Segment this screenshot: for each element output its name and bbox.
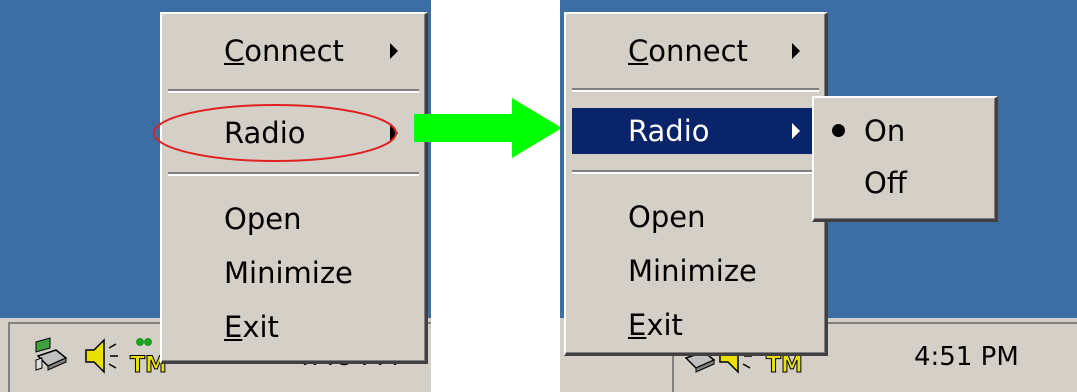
highlight-ellipse xyxy=(153,104,397,162)
radio-submenu: On Off xyxy=(812,96,998,222)
menu-item-connect[interactable]: Connect xyxy=(168,28,419,74)
menu-item-connect[interactable]: Connect xyxy=(572,28,819,74)
submenu-item-label: Off xyxy=(864,166,907,200)
menu-item-open[interactable]: Open xyxy=(572,194,819,240)
submenu-item-label: On xyxy=(864,114,906,148)
green-arrow-icon xyxy=(414,98,562,158)
network-icon[interactable] xyxy=(32,334,70,374)
menu-item-exit[interactable]: Exit xyxy=(572,302,819,348)
menu-item-label: Radio xyxy=(628,114,710,148)
menu-separator xyxy=(572,88,819,92)
context-menu: Connect Radio Open Minimize Exit xyxy=(564,12,828,356)
svg-text:TM: TM xyxy=(766,353,803,378)
menu-item-minimize[interactable]: Minimize xyxy=(168,250,419,296)
menu-item-open[interactable]: Open xyxy=(168,196,419,242)
menu-item-label: Exit xyxy=(628,308,683,342)
submenu-arrow-icon xyxy=(792,123,800,139)
right-screenshot: TM 4:51 PM Connect Radio Open Minimize E… xyxy=(560,0,1077,392)
clock[interactable]: 4:51 PM xyxy=(914,342,1019,372)
menu-item-label: Exit xyxy=(224,310,279,344)
submenu-item-on[interactable]: On xyxy=(818,108,991,154)
left-screenshot: TM 4:48 PM Connect Radio Open Minimize E… xyxy=(0,0,431,392)
menu-item-label: Connect xyxy=(628,34,748,68)
menu-item-label: Open xyxy=(224,202,302,236)
menu-item-label: Open xyxy=(628,200,706,234)
radio-selected-bullet-icon xyxy=(832,124,845,137)
menu-item-label: Connect xyxy=(224,34,344,68)
submenu-arrow-icon xyxy=(390,43,398,59)
menu-item-exit[interactable]: Exit xyxy=(168,304,419,350)
menu-item-radio[interactable]: Radio xyxy=(572,108,819,154)
speaker-icon[interactable] xyxy=(82,338,122,374)
menu-separator xyxy=(572,170,819,174)
submenu-arrow-icon xyxy=(792,43,800,59)
submenu-item-off[interactable]: Off xyxy=(818,160,991,206)
menu-separator xyxy=(168,172,419,176)
menu-separator xyxy=(168,89,419,93)
menu-item-minimize[interactable]: Minimize xyxy=(572,248,819,294)
menu-item-label: Minimize xyxy=(224,256,353,290)
menu-item-label: Minimize xyxy=(628,254,757,288)
context-menu: Connect Radio Open Minimize Exit xyxy=(160,12,428,364)
